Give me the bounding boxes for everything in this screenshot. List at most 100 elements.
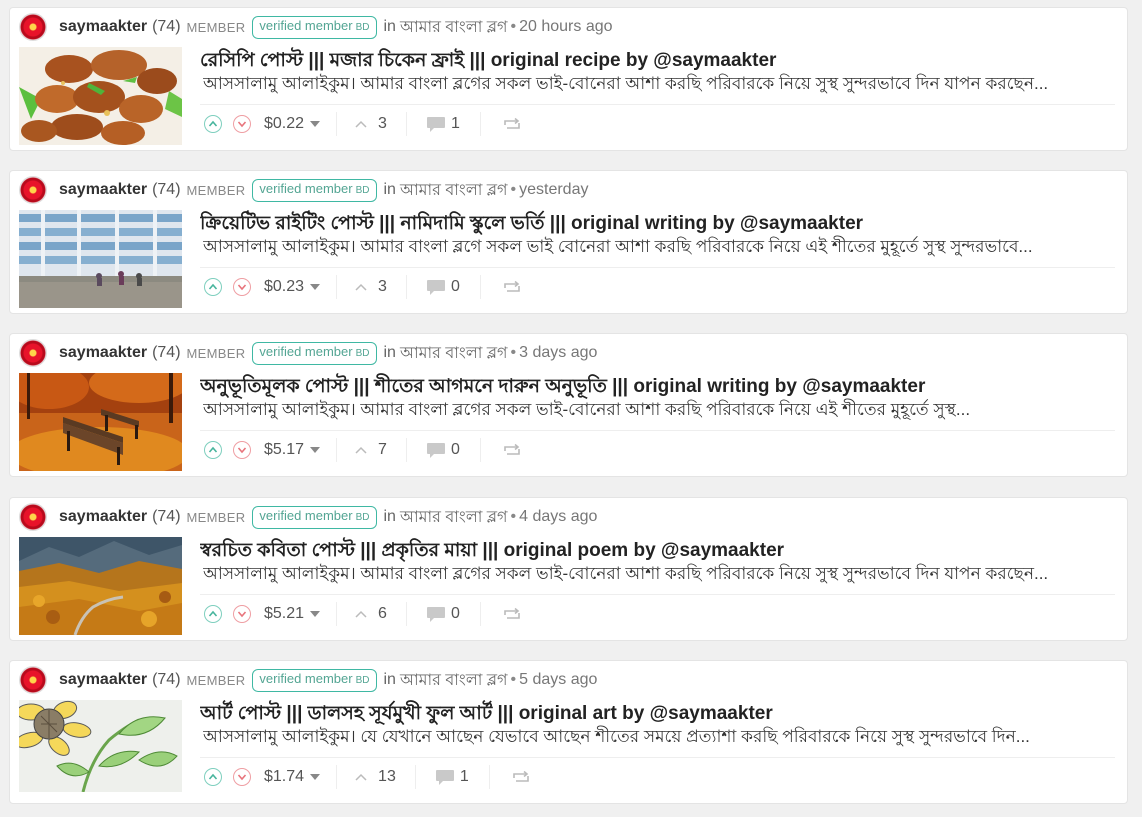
payout-value[interactable]: $0.22: [264, 115, 304, 133]
community-link[interactable]: আমার বাংলা ব্লগ: [400, 667, 508, 694]
reblog-icon[interactable]: [512, 770, 530, 784]
comment-icon: [426, 279, 445, 295]
comments-link[interactable]: 1: [426, 115, 460, 133]
chevron-up-icon: [355, 446, 367, 454]
post-thumbnail[interactable]: [19, 537, 182, 635]
reblog-icon[interactable]: [503, 280, 521, 294]
payout-value[interactable]: $5.21: [264, 605, 304, 623]
author-link[interactable]: saymaakter: [59, 508, 147, 526]
downvote-icon[interactable]: [233, 768, 251, 786]
author-link[interactable]: saymaakter: [59, 344, 147, 362]
footer-divider: [414, 765, 416, 789]
comments-link[interactable]: 0: [426, 605, 460, 623]
downvote-icon[interactable]: [233, 115, 251, 133]
footer-divider: [405, 438, 407, 462]
votes-count: 3: [378, 115, 387, 132]
downvote-icon[interactable]: [233, 441, 251, 459]
voters-count[interactable]: 7: [354, 441, 387, 459]
avatar[interactable]: [19, 176, 47, 204]
author-link[interactable]: saymaakter: [59, 671, 147, 689]
post-card: saymaakter (74) MEMBER verified member BD…: [9, 660, 1128, 804]
separator-dot: •: [510, 671, 517, 688]
post-thumbnail[interactable]: [19, 700, 182, 798]
post-card: saymaakter (74) MEMBER verified member BD…: [9, 7, 1128, 151]
post-header: saymaakter (74) MEMBER verified member BD…: [19, 12, 613, 42]
comments-count: 0: [450, 605, 460, 622]
caret-down-icon[interactable]: [310, 121, 321, 127]
verified-badge: verified member BD: [252, 505, 377, 529]
in-label: in: [383, 344, 396, 361]
footer-divider: [405, 602, 407, 626]
post-time[interactable]: 20 hours ago: [519, 18, 612, 36]
avatar[interactable]: [19, 13, 47, 41]
footer-divider: [336, 602, 338, 626]
upvote-icon[interactable]: [204, 115, 222, 133]
post-thumbnail[interactable]: [19, 47, 182, 145]
post-time[interactable]: 3 days ago: [519, 344, 597, 362]
community-link[interactable]: আমার বাংলা ব্লগ: [400, 340, 508, 367]
post-footer: $5.21 6 0: [204, 601, 521, 627]
avatar[interactable]: [19, 503, 47, 531]
author-role: MEMBER: [186, 672, 246, 688]
reblog-icon[interactable]: [503, 443, 521, 457]
voters-count[interactable]: 13: [354, 768, 396, 786]
verified-badge: verified member BD: [252, 178, 377, 202]
verified-badge-suffix: BD: [355, 347, 370, 359]
votes-count: 3: [378, 278, 387, 295]
comments-count: 0: [450, 278, 460, 295]
upvote-icon[interactable]: [204, 768, 222, 786]
comments-link[interactable]: 1: [435, 768, 469, 786]
chevron-up-icon: [355, 610, 367, 618]
post-header: saymaakter (74) MEMBER verified member BD…: [19, 175, 588, 205]
voters-count[interactable]: 6: [354, 605, 387, 623]
caret-down-icon[interactable]: [310, 774, 321, 780]
payout-value[interactable]: $0.23: [264, 278, 304, 296]
upvote-icon[interactable]: [204, 278, 222, 296]
post-excerpt[interactable]: আসসালামু আলাইকুম। আমার বাংলা ব্লগের সকল …: [203, 397, 1115, 425]
author-reputation: (74): [152, 671, 181, 688]
post-time[interactable]: 5 days ago: [519, 671, 597, 689]
community-link[interactable]: আমার বাংলা ব্লগ: [400, 177, 508, 204]
downvote-icon[interactable]: [233, 278, 251, 296]
comment-icon: [426, 606, 445, 622]
verified-badge-label: verified member: [259, 180, 353, 196]
downvote-icon[interactable]: [233, 605, 251, 623]
verified-badge-label: verified member: [259, 507, 353, 523]
chevron-up-icon: [355, 283, 367, 291]
caret-down-icon[interactable]: [310, 447, 321, 453]
comment-icon: [426, 116, 445, 132]
reblog-icon[interactable]: [503, 117, 521, 131]
author-link[interactable]: saymaakter: [59, 18, 147, 36]
caret-down-icon[interactable]: [310, 611, 321, 617]
post-header: saymaakter (74) MEMBER verified member BD…: [19, 665, 597, 695]
comments-link[interactable]: 0: [426, 278, 460, 296]
post-header: saymaakter (74) MEMBER verified member BD…: [19, 502, 597, 532]
reblog-icon[interactable]: [503, 607, 521, 621]
comments-link[interactable]: 0: [426, 441, 460, 459]
upvote-icon[interactable]: [204, 441, 222, 459]
footer-divider: [479, 602, 481, 626]
payout-value[interactable]: $1.74: [264, 768, 304, 786]
caret-down-icon[interactable]: [310, 284, 321, 290]
avatar[interactable]: [19, 666, 47, 694]
post-card: saymaakter (74) MEMBER verified member BD…: [9, 497, 1128, 641]
post-excerpt[interactable]: আসসালামু আলাইকুম। আমার বাংলা ব্লগে সকল ভ…: [203, 234, 1115, 262]
payout-value[interactable]: $5.17: [264, 441, 304, 459]
post-thumbnail[interactable]: [19, 210, 182, 308]
post-excerpt[interactable]: আসসালামু আলাইকুম। আমার বাংলা ব্লগের সকল …: [203, 561, 1115, 589]
post-excerpt[interactable]: আসসালামু আলাইকুম। আমার বাংলা ব্লগের সকল …: [203, 71, 1115, 99]
voters-count[interactable]: 3: [354, 115, 387, 133]
avatar[interactable]: [19, 339, 47, 367]
comment-icon: [435, 769, 454, 785]
community-link[interactable]: আমার বাংলা ব্লগ: [400, 504, 508, 531]
community-link[interactable]: আমার বাংলা ব্লগ: [400, 14, 508, 41]
post-time[interactable]: 4 days ago: [519, 508, 597, 526]
author-link[interactable]: saymaakter: [59, 181, 147, 199]
post-excerpt[interactable]: আসসালামু আলাইকুম। যে যেখানে আছেন যেভাবে …: [203, 724, 1115, 752]
post-thumbnail[interactable]: [19, 373, 182, 471]
post-time[interactable]: yesterday: [519, 181, 588, 199]
author-reputation: (74): [152, 508, 181, 525]
upvote-icon[interactable]: [204, 605, 222, 623]
chevron-up-icon: [355, 120, 367, 128]
voters-count[interactable]: 3: [354, 278, 387, 296]
